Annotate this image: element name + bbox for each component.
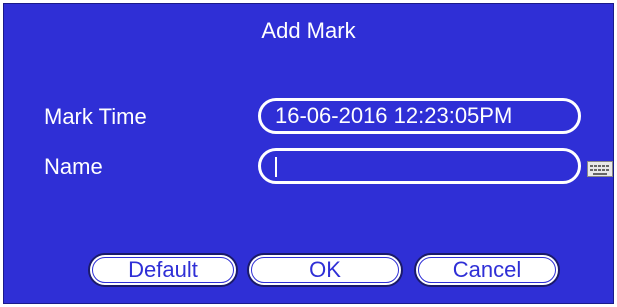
mark-time-label: Mark Time (44, 104, 147, 129)
dialog-title: Add Mark (261, 18, 356, 43)
text-caret (275, 157, 277, 177)
mark-time-field[interactable]: 16-06-2016 12:23:05PM (258, 98, 581, 134)
default-button[interactable]: Default (88, 253, 238, 287)
name-label: Name (44, 154, 103, 179)
keyboard-icon[interactable] (587, 161, 613, 177)
name-input[interactable] (258, 148, 581, 184)
ok-button[interactable]: OK (247, 253, 403, 287)
add-mark-dialog: Add Mark Mark Time 16-06-2016 12:23:05PM… (3, 3, 614, 304)
cancel-button[interactable]: Cancel (414, 253, 560, 287)
